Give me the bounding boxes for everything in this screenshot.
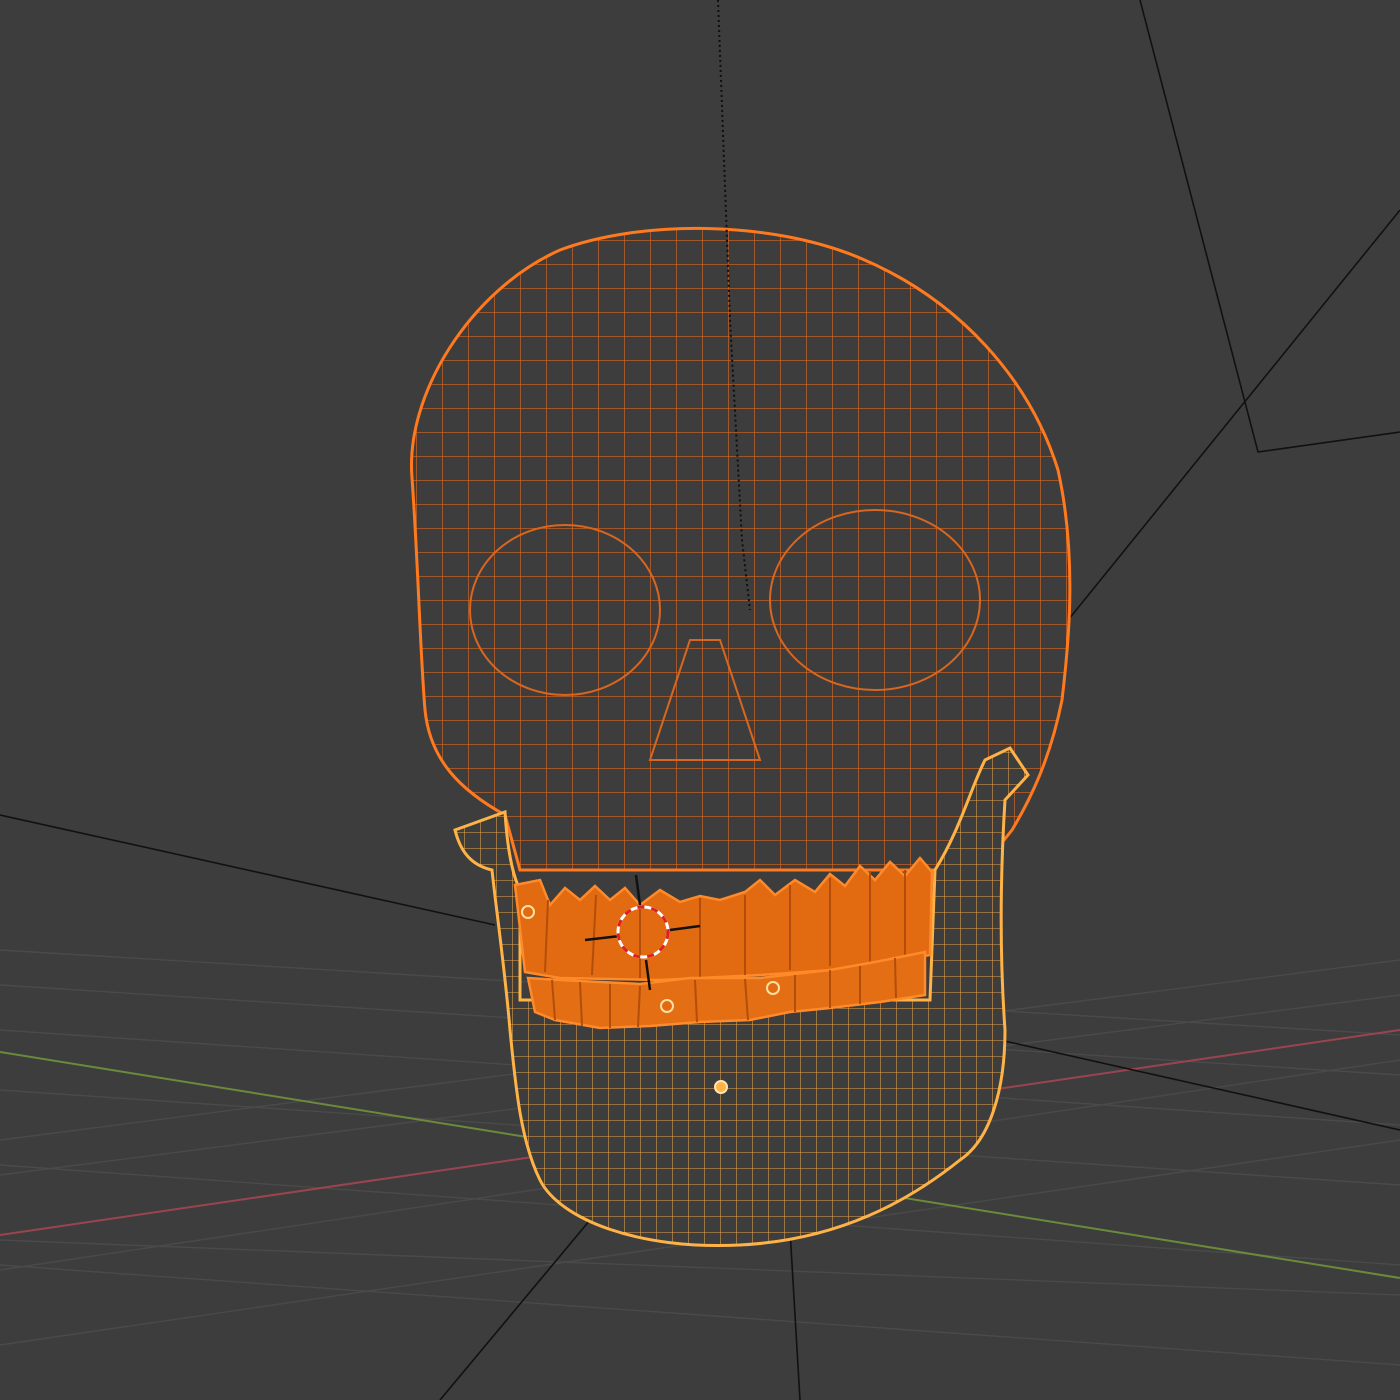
object-origin-icon[interactable] <box>714 1080 728 1094</box>
object-origin-icon[interactable] <box>766 981 780 995</box>
object-origin-icon[interactable] <box>521 905 535 919</box>
object-origin-icon[interactable] <box>660 999 674 1013</box>
3d-viewport[interactable] <box>0 0 1400 1400</box>
upper-teeth-mesh[interactable] <box>513 856 934 982</box>
